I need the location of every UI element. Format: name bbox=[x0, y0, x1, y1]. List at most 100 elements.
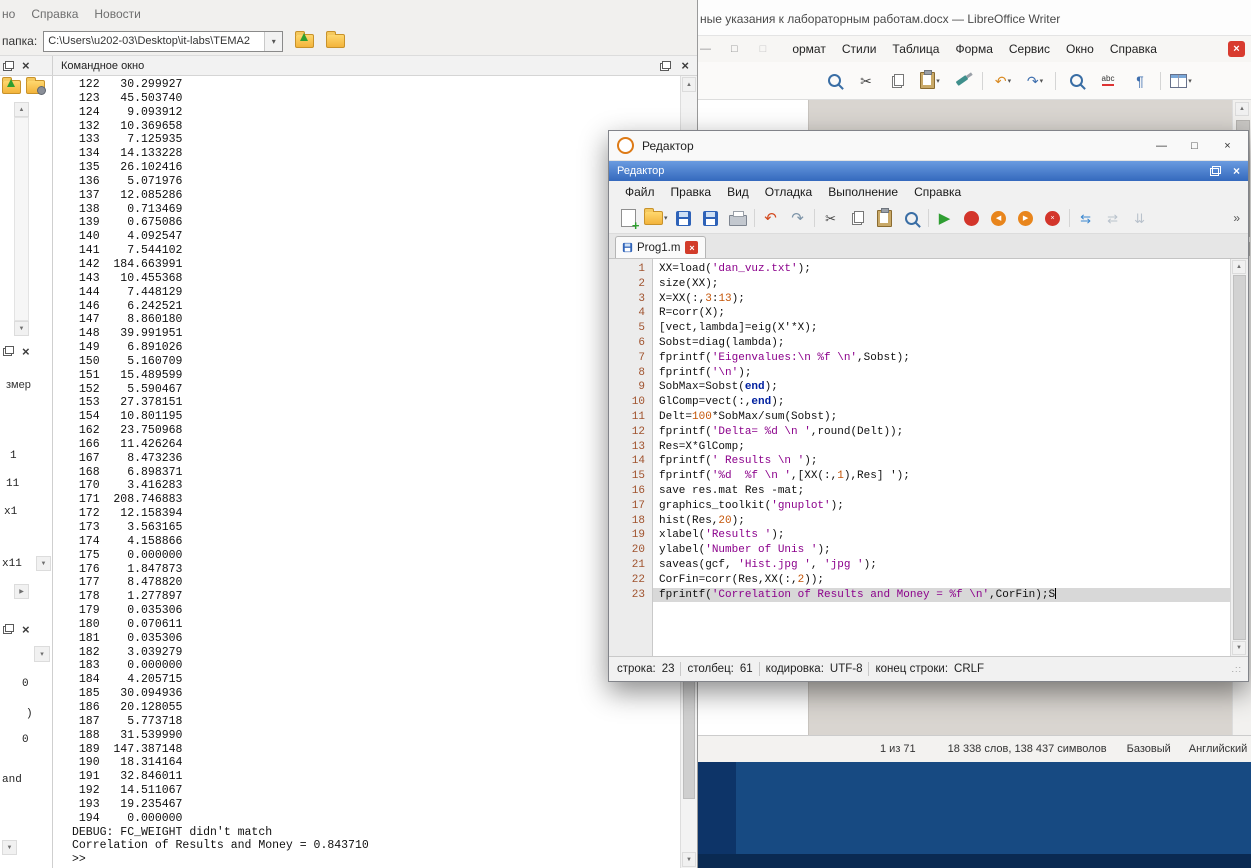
undock-panel-icon[interactable] bbox=[3, 61, 14, 71]
combo-caret-icon[interactable]: ▾ bbox=[264, 32, 282, 51]
editor-menu-debug[interactable]: Отладка bbox=[757, 182, 820, 202]
filter-caret-icon[interactable]: ▾ bbox=[34, 646, 50, 662]
code-line[interactable]: fprintf('Correlation of Results and Mone… bbox=[653, 588, 1230, 603]
close-editor-icon[interactable]: × bbox=[1233, 165, 1240, 177]
line-number[interactable]: 10 bbox=[609, 395, 652, 410]
writer-menu-form[interactable]: Форма bbox=[947, 39, 1000, 59]
toggle-breakpoint-button[interactable] bbox=[961, 207, 983, 229]
scroll-down-icon[interactable]: ▼ bbox=[36, 556, 51, 571]
find-button[interactable] bbox=[901, 207, 923, 229]
writer-menu-table[interactable]: Таблица bbox=[884, 39, 947, 59]
scrollbar-thumb[interactable] bbox=[1233, 275, 1246, 640]
browse-directory-button[interactable] bbox=[326, 34, 345, 48]
octave-menu-window[interactable]: но bbox=[0, 3, 23, 25]
line-number[interactable]: 21 bbox=[609, 558, 652, 573]
close-panel-icon[interactable]: × bbox=[22, 59, 30, 72]
clone-formatting-button[interactable] bbox=[950, 69, 974, 93]
close-panel-icon[interactable]: × bbox=[22, 623, 30, 636]
paste-button[interactable] bbox=[874, 207, 896, 229]
find-replace-button[interactable] bbox=[1064, 69, 1088, 93]
encoding-value[interactable]: UTF-8 bbox=[830, 663, 863, 675]
page-count[interactable]: 1 из 71 bbox=[880, 743, 916, 755]
close-document-button[interactable]: × bbox=[1228, 41, 1245, 57]
save-as-button[interactable] bbox=[700, 207, 722, 229]
writer-menu-styles[interactable]: Стили bbox=[834, 39, 885, 59]
writer-menu-tools[interactable]: Сервис bbox=[1001, 39, 1058, 59]
close-panel-icon[interactable]: × bbox=[681, 59, 689, 72]
eol-value[interactable]: CRLF bbox=[954, 663, 984, 675]
scroll-right-icon[interactable]: ▶ bbox=[14, 584, 29, 599]
editor-menu-edit[interactable]: Правка bbox=[663, 182, 720, 202]
redo-button[interactable]: ↷ bbox=[787, 207, 809, 229]
writer-menu-help[interactable]: Справка bbox=[1102, 39, 1165, 59]
code-line[interactable]: hist(Res,20); bbox=[653, 514, 1230, 529]
open-file-button[interactable]: ▾ bbox=[644, 207, 668, 229]
file-browser-up-button[interactable] bbox=[2, 80, 21, 94]
editor-scrollbar[interactable]: ▲ ▼ bbox=[1230, 259, 1248, 656]
line-number[interactable]: 7 bbox=[609, 351, 652, 366]
code-line[interactable]: Sobst=diag(lambda); bbox=[653, 336, 1230, 351]
command-window-header[interactable]: Командное окно × bbox=[53, 56, 697, 75]
code-line[interactable]: fprintf('\n'); bbox=[653, 366, 1230, 381]
directory-up-button[interactable] bbox=[295, 34, 314, 48]
cut-button[interactable]: ✂ bbox=[854, 69, 878, 93]
print-button[interactable] bbox=[727, 207, 749, 229]
code-line[interactable]: [vect,lambda]=eig(X'*X); bbox=[653, 321, 1230, 336]
code-line[interactable]: save res.mat Res -mat; bbox=[653, 484, 1230, 499]
editor-menu-view[interactable]: Вид bbox=[719, 182, 757, 202]
code-line[interactable]: graphics_toolkit('gnuplot'); bbox=[653, 499, 1230, 514]
spellcheck-button[interactable]: abc bbox=[1096, 69, 1120, 93]
code-line[interactable]: fprintf('Delta= %d \n ',round(Delt)); bbox=[653, 425, 1230, 440]
insert-table-button[interactable]: ▾ bbox=[1169, 69, 1193, 93]
doc-minimize-icon[interactable]: — bbox=[700, 43, 711, 55]
code-line[interactable]: R=corr(X); bbox=[653, 306, 1230, 321]
resize-grip[interactable]: .:: bbox=[1231, 664, 1242, 674]
undock-editor-icon[interactable] bbox=[1210, 166, 1221, 176]
scroll-up-icon[interactable]: ▲ bbox=[14, 102, 29, 117]
scroll-down-icon[interactable]: ▼ bbox=[2, 840, 17, 855]
code-line[interactable]: SobMax=Sobst(end); bbox=[653, 380, 1230, 395]
line-number[interactable]: 15 bbox=[609, 469, 652, 484]
line-number[interactable]: 16 bbox=[609, 484, 652, 499]
undock-panel-icon[interactable] bbox=[660, 61, 671, 71]
next-breakpoint-button[interactable]: ▶ bbox=[1015, 207, 1037, 229]
code-line[interactable]: saveas(gcf, 'Hist.jpg ', 'jpg '); bbox=[653, 558, 1230, 573]
scroll-down-icon[interactable]: ▼ bbox=[14, 321, 29, 336]
line-number[interactable]: 9 bbox=[609, 380, 652, 395]
writer-menu-format[interactable]: ормат bbox=[784, 39, 834, 59]
undock-panel-icon[interactable] bbox=[3, 624, 14, 634]
paragraph-style[interactable]: Базовый bbox=[1127, 743, 1171, 755]
maximize-button[interactable]: □ bbox=[1178, 135, 1211, 156]
undock-panel-icon[interactable] bbox=[3, 346, 14, 356]
toolbar-overflow-button[interactable]: » bbox=[1233, 211, 1240, 225]
scroll-up-icon[interactable]: ▲ bbox=[1232, 260, 1246, 274]
step-button[interactable]: ⇄ bbox=[1102, 207, 1124, 229]
redo-button[interactable]: ↷▾ bbox=[1023, 69, 1047, 93]
code-area[interactable]: XX=load('dan_vuz.txt');size(XX);X=XX(:,3… bbox=[653, 259, 1230, 656]
close-button[interactable]: × bbox=[1211, 135, 1244, 156]
line-number[interactable]: 12 bbox=[609, 425, 652, 440]
line-number[interactable]: 18 bbox=[609, 514, 652, 529]
code-line[interactable]: Delt=100*SobMax/sum(Sobst); bbox=[653, 410, 1230, 425]
close-panel-icon[interactable]: × bbox=[22, 345, 30, 358]
doc-restore-icon[interactable]: □ bbox=[731, 43, 738, 55]
directory-combobox[interactable]: C:\Users\u202-03\Desktop\it-labs\TEMA2 ▾ bbox=[43, 31, 283, 52]
step-out-button[interactable]: ⇊ bbox=[1129, 207, 1151, 229]
file-browser-settings-button[interactable] bbox=[26, 80, 45, 94]
code-line[interactable]: XX=load('dan_vuz.txt'); bbox=[653, 262, 1230, 277]
code-line[interactable]: X=XX(:,3:13); bbox=[653, 292, 1230, 307]
code-line[interactable]: CorFin=corr(Res,XX(:,2)); bbox=[653, 573, 1230, 588]
line-number[interactable]: 3 bbox=[609, 292, 652, 307]
line-number[interactable]: 14 bbox=[609, 454, 652, 469]
tab-prog1[interactable]: Prog1.m × bbox=[615, 236, 706, 258]
word-count[interactable]: 18 338 слов, 138 437 символов bbox=[948, 743, 1107, 755]
clear-breakpoints-button[interactable]: × bbox=[1042, 207, 1064, 229]
code-line[interactable]: fprintf('Eigenvalues:\n %f \n',Sobst); bbox=[653, 351, 1230, 366]
undo-button[interactable]: ↶ bbox=[760, 207, 782, 229]
line-number[interactable]: 17 bbox=[609, 499, 652, 514]
editor-menu-run[interactable]: Выполнение bbox=[820, 182, 906, 202]
scroll-down-icon[interactable]: ▼ bbox=[1232, 641, 1246, 655]
code-line[interactable]: Res=X*GlComp; bbox=[653, 440, 1230, 455]
writer-menu-window[interactable]: Окно bbox=[1058, 39, 1102, 59]
editor-menu-help[interactable]: Справка bbox=[906, 182, 969, 202]
